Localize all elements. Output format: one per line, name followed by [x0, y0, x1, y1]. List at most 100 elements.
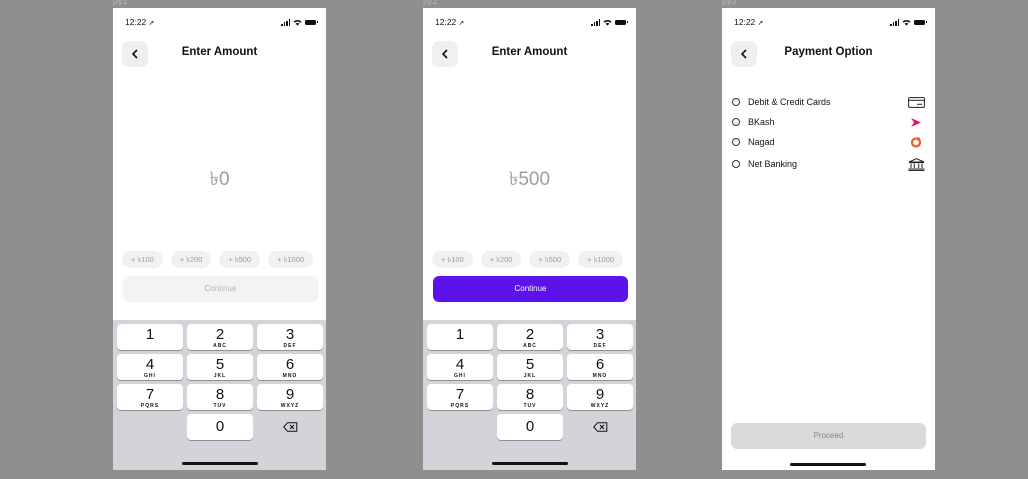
key-letters: TUV [523, 403, 537, 409]
key-5[interactable]: 5 JKL [497, 354, 563, 380]
key-digit: 0 [215, 418, 225, 435]
key-letters: WXYZ [280, 403, 300, 409]
location-arrow-icon: ➚ [148, 20, 155, 27]
key-0[interactable]: 0 [187, 414, 253, 440]
signal-icon [591, 18, 600, 26]
key-7[interactable]: 7 PQRS [427, 384, 493, 410]
key-digit: 3 [595, 326, 605, 343]
delete-key[interactable] [567, 414, 633, 440]
chip-add-500[interactable]: + ৳500 [219, 251, 261, 268]
key-digit: 0 [525, 418, 535, 435]
key-digit: 2 [215, 326, 225, 343]
page-title: Payment Option [784, 46, 873, 58]
chip-add-100[interactable]: + ৳100 [432, 251, 473, 268]
phone-screen-enter-amount-filled: 12:22 ➚ Enter Amount ৳500 + ৳100 + ৳200 + … [423, 8, 636, 470]
key-letters: DEF [593, 343, 607, 349]
key-8[interactable]: 8 TUV [497, 384, 563, 410]
key-0[interactable]: 0 [497, 414, 563, 440]
key-digit: 5 [215, 356, 225, 373]
key-digit: 7 [145, 386, 155, 403]
option-label: Nagad [748, 137, 775, 147]
chip-add-1000[interactable]: + ৳1000 [578, 251, 624, 268]
radio-button[interactable] [732, 118, 740, 126]
key-digit: 9 [595, 386, 605, 403]
quick-amount-chips: + ৳100 + ৳200 + ৳500 + ৳1000 [122, 249, 321, 268]
proceed-button[interactable]: Proceed [731, 423, 926, 449]
frame-label-3: py3 [722, 0, 737, 6]
key-letters: MNO [282, 373, 298, 379]
frame-label-2: py2 [423, 0, 438, 6]
phone-screen-payment-option: 12:22 ➚ Payment Option Debit & Credit Ca… [722, 8, 935, 470]
location-arrow-icon: ➚ [757, 20, 764, 27]
credit-card-icon [907, 95, 925, 109]
signal-icon [281, 18, 290, 26]
continue-button[interactable]: Continue [433, 276, 628, 302]
chip-add-500[interactable]: + ৳500 [529, 251, 571, 268]
key-digit: 5 [525, 356, 535, 373]
status-time: 12:22 [435, 17, 457, 27]
key-3[interactable]: 3 DEF [567, 324, 633, 350]
option-net-banking[interactable]: Net Banking [732, 154, 925, 174]
option-debit-credit-cards[interactable]: Debit & Credit Cards [732, 92, 925, 112]
status-time: 12:22 [734, 17, 756, 27]
key-letters: DEF [283, 343, 297, 349]
key-digit: 3 [285, 326, 295, 343]
key-5[interactable]: 5 JKL [187, 354, 253, 380]
key-7[interactable]: 7 PQRS [117, 384, 183, 410]
key-1[interactable]: 1 [427, 324, 493, 350]
key-9[interactable]: 9 WXYZ [257, 384, 323, 410]
key-letters: ABC [213, 343, 227, 349]
key-digit: 4 [455, 356, 465, 373]
key-letters: PQRS [450, 403, 470, 409]
status-bar: 12:22 ➚ [435, 16, 628, 28]
option-nagad[interactable]: Nagad [732, 132, 925, 152]
radio-button[interactable] [732, 138, 740, 146]
radio-button[interactable] [732, 160, 740, 168]
chip-add-200[interactable]: + ৳200 [480, 251, 522, 268]
chip-add-200[interactable]: + ৳200 [170, 251, 212, 268]
delete-key[interactable] [257, 414, 323, 440]
key-3[interactable]: 3 DEF [257, 324, 323, 350]
key-4[interactable]: 4 GHI [427, 354, 493, 380]
status-bar: 12:22 ➚ [734, 16, 927, 28]
phone-screen-enter-amount-empty: 12:22 ➚ Enter Amount ৳0 + ৳100 + ৳200 + ৳5… [113, 8, 326, 470]
key-9[interactable]: 9 WXYZ [567, 384, 633, 410]
key-digit: 7 [455, 386, 465, 403]
key-letters: TUV [213, 403, 227, 409]
key-digit: 8 [215, 386, 225, 403]
page-title: Enter Amount [491, 46, 568, 58]
chip-add-100[interactable]: + ৳100 [122, 251, 163, 268]
frame-label-1: py1 [113, 0, 128, 6]
key-digit: 8 [525, 386, 535, 403]
nagad-icon [907, 135, 925, 149]
key-2[interactable]: 2 ABC [187, 324, 253, 350]
battery-icon [305, 19, 318, 25]
quick-amount-chips: + ৳100 + ৳200 + ৳500 + ৳1000 [432, 249, 631, 268]
key-1[interactable]: 1 [117, 324, 183, 350]
wifi-icon [293, 19, 302, 26]
wifi-icon [902, 19, 911, 26]
location-arrow-icon: ➚ [458, 20, 465, 27]
option-label: BKash [748, 117, 775, 127]
option-label: Net Banking [748, 159, 798, 169]
key-6[interactable]: 6 MNO [257, 354, 323, 380]
key-digit: 9 [285, 386, 295, 403]
chip-add-1000[interactable]: + ৳1000 [268, 251, 314, 268]
key-digit: 2 [525, 326, 535, 343]
key-letters: PQRS [140, 403, 160, 409]
key-8[interactable]: 8 TUV [187, 384, 253, 410]
key-letters: WXYZ [590, 403, 610, 409]
option-bkash[interactable]: BKash [732, 112, 925, 132]
key-6[interactable]: 6 MNO [567, 354, 633, 380]
home-indicator [790, 463, 866, 466]
payment-options-list: Debit & Credit Cards BKash Nagad Net Ban… [732, 92, 925, 174]
signal-icon [890, 18, 899, 26]
key-2[interactable]: 2 ABC [497, 324, 563, 350]
radio-button[interactable] [732, 98, 740, 106]
battery-icon [914, 19, 927, 25]
continue-button[interactable]: Continue [123, 276, 318, 302]
key-4[interactable]: 4 GHI [117, 354, 183, 380]
bkash-icon [907, 115, 925, 129]
backspace-icon [282, 422, 297, 432]
key-digit: 6 [285, 356, 295, 373]
